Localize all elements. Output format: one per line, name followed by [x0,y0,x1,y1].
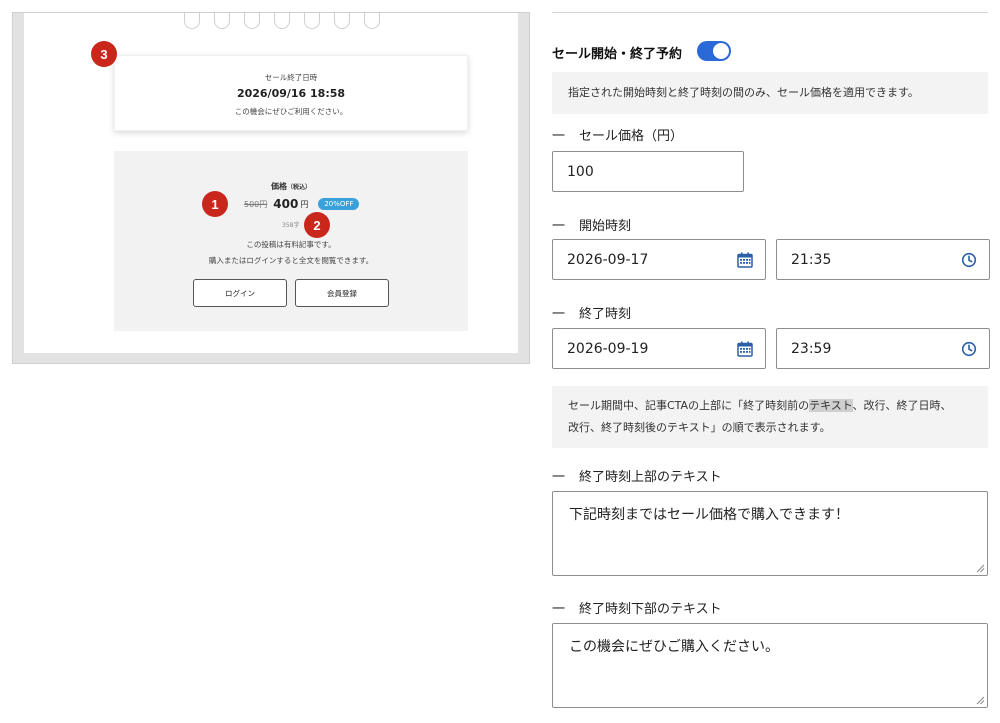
sale-schedule-label: セール開始・終了予約 [552,47,683,62]
login-note: 購入またはログインすると全文を閲覧できます。 [208,256,374,265]
sale-end-date: 2026/09/16 18:58 [236,87,346,100]
start-time-input[interactable]: 21:35 [776,239,990,280]
highlighted-text: テキスト [809,399,853,412]
price-cta-box: 価格（税込） 500円 400 円 20%OFF 358字 この投稿は有料記事で… [114,151,468,331]
end-time-label-text: 終了時刻 [579,307,632,322]
price-line: 500円 400 円 20%OFF [244,196,360,212]
display-order-note-a: セール期間中、記事CTAの上部に「終了時刻前の [568,399,810,412]
price-tax-note: （税込） [286,184,311,191]
sale-price-input[interactable]: 100 [552,151,744,192]
end-date-value: 2026-09-19 [567,340,649,357]
clock-icon[interactable] [961,341,977,357]
yen-unit: 円 [300,199,309,209]
upper-text-value: 下記時刻まではセール価格で購入できます！ [569,507,849,523]
label-dash: 一 [552,470,566,485]
share-button[interactable] [214,13,230,29]
sale-period-note: 指定された開始時刻と終了時刻の間のみ、セール価格を適用できます。 [552,72,988,114]
sale-price-label: 一セール価格（円） [552,125,683,144]
char-count: 358字 [282,222,300,229]
sale-end-message: この機会にぜひご利用ください。 [234,107,348,116]
discount-badge: 20%OFF [318,198,360,210]
divider [552,12,988,13]
label-dash: 一 [552,219,566,234]
upper-text-area[interactable]: 下記時刻まではセール価格で購入できます！ [552,491,988,576]
sale-price-value: 100 [567,163,594,180]
callout-marker-1: 1 [202,191,228,217]
login-button[interactable]: ログイン [193,279,287,307]
share-button[interactable] [244,13,260,29]
label-dash: 一 [552,129,566,144]
start-date-input[interactable]: 2026-09-17 [552,239,766,280]
display-order-note-b: 、改行、終了日時、 [852,399,952,412]
calendar-icon[interactable] [737,341,753,357]
resize-grip-icon[interactable] [976,564,985,573]
label-dash: 一 [552,307,566,322]
lower-text-label: 一終了時刻下部のテキスト [552,598,722,617]
sale-schedule-toggle[interactable] [697,41,731,61]
start-time-value: 21:35 [791,251,832,268]
start-time-label: 一開始時刻 [552,215,631,234]
lower-text-label-text: 終了時刻下部のテキスト [579,602,722,617]
share-buttons [184,13,380,29]
preview-panel: セール終了日時 2026/09/16 18:58 この機会にぜひご利用ください。… [12,12,530,364]
label-dash: 一 [552,602,566,617]
sale-price: 400 [273,197,299,211]
callout-marker-3: 3 [91,41,117,67]
paid-article-note: この投稿は有料記事です。 [246,240,336,249]
end-time-input[interactable]: 23:59 [776,328,990,369]
share-button[interactable] [334,13,350,29]
sale-end-box: セール終了日時 2026/09/16 18:58 この機会にぜひご利用ください。 [114,55,468,131]
display-order-note-c: 改行、終了時刻後のテキスト」の順で表示されます。 [568,421,831,434]
share-button[interactable] [364,13,380,29]
price-heading-text: 価格 [270,182,287,191]
callout-marker-2: 2 [304,212,330,238]
original-price: 500円 [244,199,268,209]
register-button[interactable]: 会員登録 [295,279,389,307]
price-heading: 価格（税込） [114,181,468,192]
start-date-value: 2026-09-17 [567,251,649,268]
toggle-knob [712,42,730,60]
sale-price-label-text: セール価格（円） [579,129,684,144]
clock-icon[interactable] [961,252,977,268]
end-time-label: 一終了時刻 [552,303,631,322]
lower-text-value: この機会にぜひご購入ください。 [569,639,779,655]
end-date-input[interactable]: 2026-09-19 [552,328,766,369]
share-button[interactable] [184,13,200,29]
upper-text-label: 一終了時刻上部のテキスト [552,466,722,485]
display-order-note: セール期間中、記事CTAの上部に「終了時刻前のテキスト、改行、終了日時、 改行、… [552,386,988,448]
share-button[interactable] [274,13,290,29]
start-time-label-text: 開始時刻 [579,219,632,234]
resize-grip-icon[interactable] [976,696,985,705]
upper-text-label-text: 終了時刻上部のテキスト [579,470,722,485]
end-time-value: 23:59 [791,340,832,357]
calendar-icon[interactable] [737,252,753,268]
share-button[interactable] [304,13,320,29]
sale-end-label: セール終了日時 [264,73,318,82]
lower-text-area[interactable]: この機会にぜひご購入ください。 [552,623,988,708]
